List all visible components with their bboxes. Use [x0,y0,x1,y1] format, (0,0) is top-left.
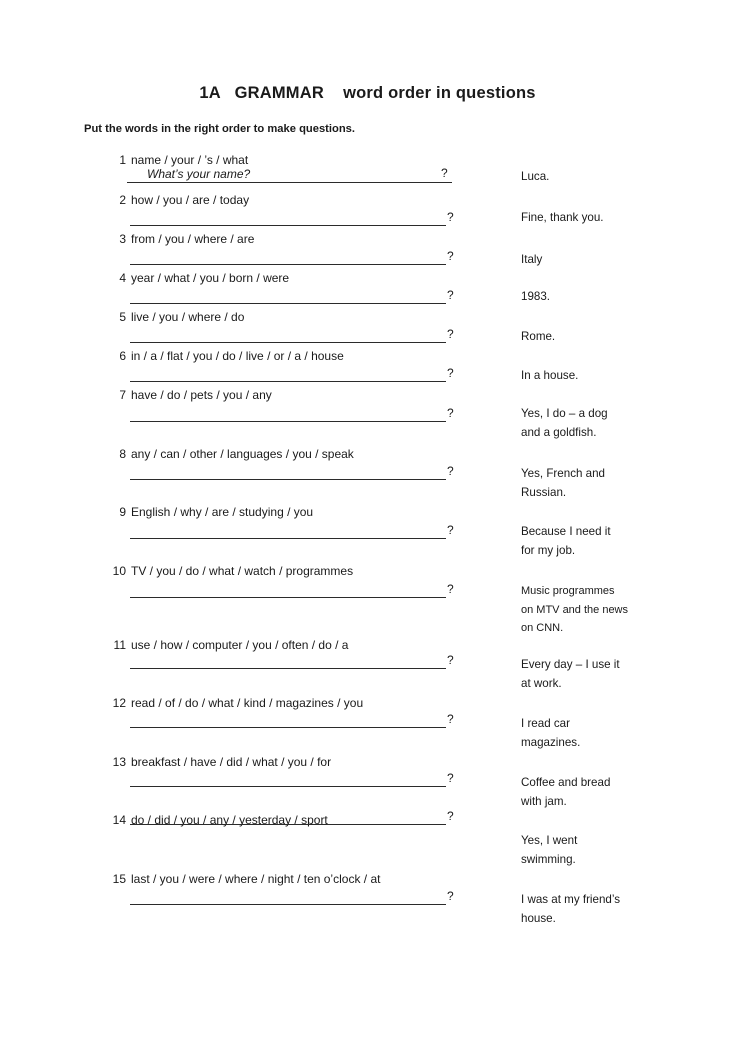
reply-text: I was at my friend’s house. [521,893,621,925]
scrambled-words: how / you / are / today [131,193,250,207]
page-title: 1A GRAMMAR word order in questions [199,84,536,102]
question-mark: ? [447,809,454,823]
question-mark: ? [447,464,454,478]
reply-text: Coffee and bread with jam. [521,776,611,808]
answer-blank[interactable] [130,366,446,382]
item-number: 15 [112,872,126,886]
question-mark: ? [447,366,454,380]
question-mark: ? [447,210,454,224]
question-mark: ? [447,582,454,596]
question-mark: ? [447,249,454,263]
reply-text: Every day – I use it at work. [521,658,620,690]
item-number: 9 [119,505,126,519]
scrambled-words: from / you / where / are [131,232,255,246]
answer-blank[interactable] [130,889,446,905]
question-mark: ? [447,327,454,341]
answer-blank[interactable]: What’s your name? [127,166,452,183]
scrambled-words: breakfast / have / did / what / you / fo… [131,755,332,769]
written-answer: What’s your name? [147,167,251,181]
worksheet-page: 1A GRAMMAR word order in questions Put t… [0,0,735,1039]
reply-text: Luca. [521,170,550,183]
answer-blank[interactable] [130,771,446,787]
scrambled-words: any / can / other / languages / you / sp… [131,447,354,461]
reply-text: I read car magazines. [521,717,581,749]
answer-blank[interactable] [130,464,446,480]
reply-text: Rome. [521,330,556,343]
question-mark: ? [447,288,454,302]
question-mark: ? [447,771,454,785]
item-number: 1 [119,153,126,167]
reply-text: Fine, thank you. [521,211,604,224]
item-number: 14 [112,813,126,827]
reply-text: 1983. [521,290,551,303]
item-number: 3 [119,232,126,246]
scrambled-words: live / you / where / do [131,310,245,324]
scrambled-words: English / why / are / studying / you [131,505,314,519]
reply-text: Yes, I went swimming. [521,834,578,866]
question-mark: ? [447,889,454,903]
reply-text: Because I need it for my job. [521,525,611,557]
item-number: 7 [119,388,126,402]
question-mark: ? [441,166,448,180]
answer-blank[interactable] [130,249,446,265]
item-number: 5 [119,310,126,324]
item-number: 2 [119,193,126,207]
exercise-instruction: Put the words in the right order to make… [84,123,356,135]
scrambled-words: in / a / flat / you / do / live / or / a… [131,349,344,363]
item-number: 6 [119,349,126,363]
item-number: 8 [119,447,126,461]
reply-text: Music programmes on MTV and the news on … [521,585,629,634]
reply-text: Yes, French and Russian. [521,467,606,499]
item-number: 12 [112,696,126,710]
question-mark: ? [447,653,454,667]
scrambled-words: year / what / you / born / were [131,271,290,285]
answer-blank[interactable] [130,712,446,728]
item-number: 10 [112,564,126,578]
scrambled-words: have / do / pets / you / any [131,388,272,402]
answer-blank[interactable] [130,582,446,598]
answer-blank[interactable] [130,327,446,343]
answer-blank[interactable] [130,406,446,422]
scrambled-words: read / of / do / what / kind / magazines… [131,696,364,710]
scrambled-words: last / you / were / where / night / ten … [131,872,381,886]
question-mark: ? [447,406,454,420]
item-number: 4 [119,271,126,285]
scrambled-words: TV / you / do / what / watch / programme… [131,564,354,578]
answer-blank[interactable] [130,210,446,226]
reply-text: Italy [521,253,543,266]
item-number: 13 [112,755,126,769]
scrambled-words: use / how / computer / you / often / do … [131,638,349,652]
question-mark: ? [447,523,454,537]
question-mark: ? [447,712,454,726]
answer-blank[interactable] [130,523,446,539]
answer-blank[interactable] [130,288,446,304]
item-number: 11 [113,638,126,652]
reply-text: In a house. [521,369,579,382]
reply-text: Yes, I do – a dog and a goldfish. [521,407,608,439]
answer-blank[interactable] [130,809,446,825]
answer-blank[interactable] [130,653,446,669]
